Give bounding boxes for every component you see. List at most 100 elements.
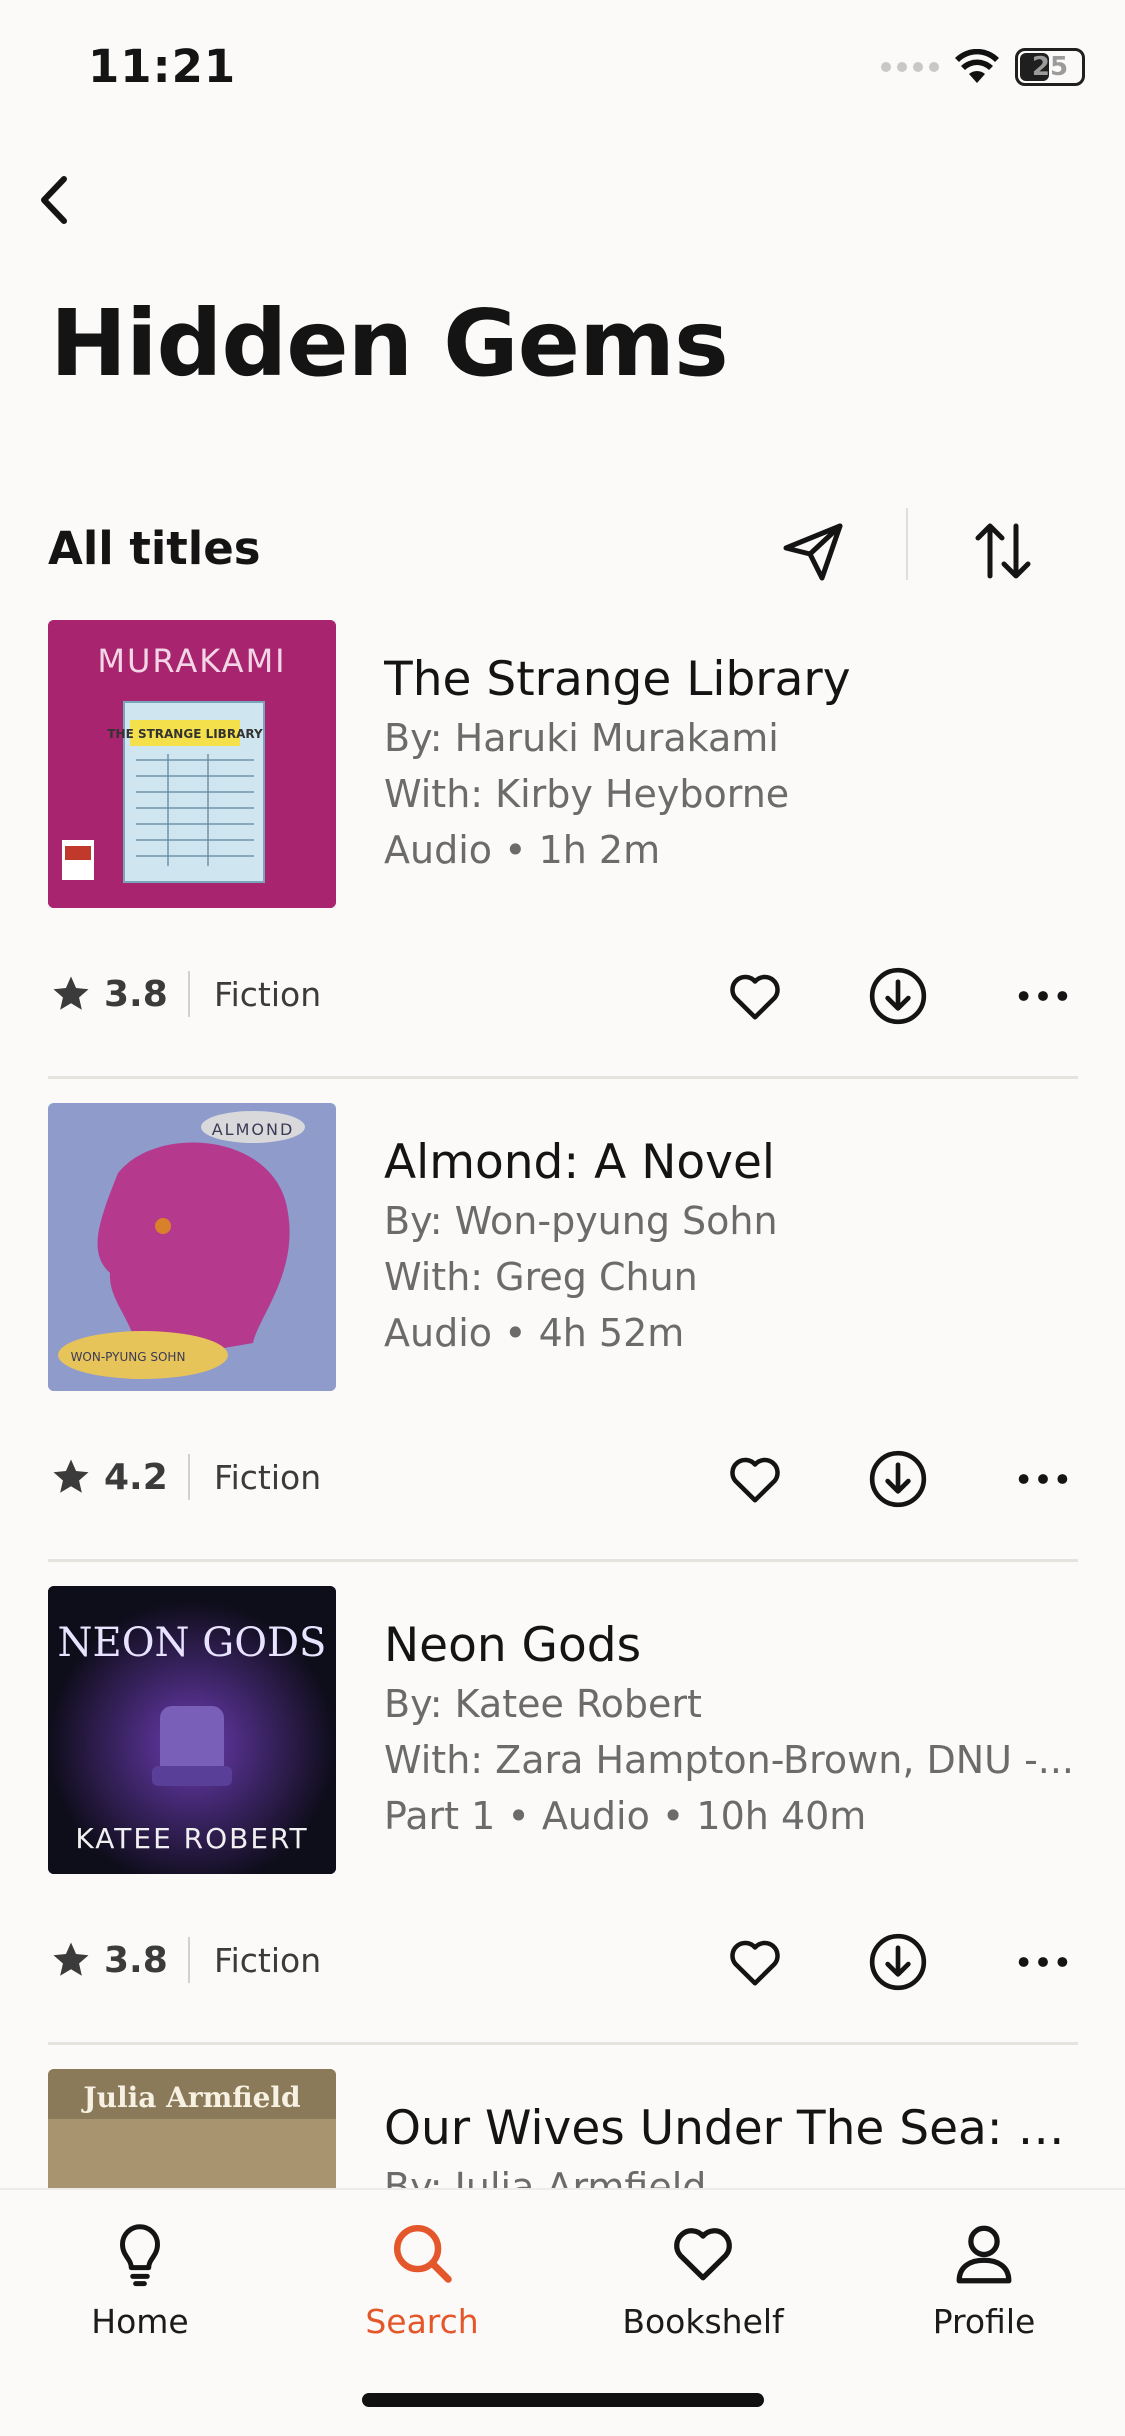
book-title[interactable]: Our Wives Under The Sea: Wi... (384, 2099, 1074, 2159)
book-list-item[interactable]: NEON GODS KATEE ROBERT Neon Gods By: Kat… (48, 1586, 1078, 2070)
favorite-button[interactable] (720, 1444, 790, 1514)
book-cover[interactable]: MURAKAMI THE STRANGE LIBRARY (48, 620, 336, 908)
star-icon (53, 976, 89, 1010)
item-divider (48, 2042, 1078, 2045)
star-icon (53, 1459, 89, 1493)
cover-art: MURAKAMI THE STRANGE LIBRARY (48, 620, 336, 908)
book-narrator: With: Kirby Heyborne (384, 772, 790, 816)
nav-bookshelf[interactable]: Bookshelf (603, 2218, 803, 2368)
heart-icon (730, 974, 780, 1020)
cover-label: WON-PYUNG SOHN (71, 1350, 186, 1364)
more-dots-icon (1018, 1957, 1068, 1967)
rating-value: 4.2 (104, 1456, 168, 1498)
battery-level: 25 (1031, 52, 1069, 82)
home-indicator[interactable] (362, 2393, 764, 2407)
rating: 3.8 (50, 973, 168, 1015)
more-options-button[interactable] (1008, 961, 1078, 1031)
cover-label: KATEE ROBERT (75, 1822, 308, 1855)
nav-home[interactable]: Home (40, 2218, 240, 2368)
download-button[interactable] (863, 1927, 933, 1997)
book-title[interactable]: Neon Gods (384, 1616, 1074, 1676)
chevron-left-icon (41, 176, 67, 224)
more-dots-icon (1018, 1474, 1068, 1484)
book-author: By: Katee Robert (384, 1682, 702, 1726)
item-divider (48, 1559, 1078, 1562)
page-title: Hidden Gems (50, 290, 729, 397)
app-screen: 11:21 25 Hidden Gems All titles MURAKAMI… (0, 0, 1125, 2436)
book-info: The Strange Library By: Haruki Murakami … (384, 650, 1074, 878)
download-icon (869, 1933, 927, 1991)
book-meta: 3.8 Fiction (48, 1921, 1078, 2001)
genre-label: Fiction (214, 1941, 322, 1980)
cover-top-text: ALMOND (212, 1120, 295, 1139)
download-icon (869, 1450, 927, 1508)
book-author: By: Won-pyung Sohn (384, 1199, 778, 1243)
book-format: Audio • 4h 52m (384, 1311, 685, 1355)
book-meta: 4.2 Fiction (48, 1438, 1078, 1518)
book-author: By: Haruki Murakami (384, 716, 779, 760)
download-button[interactable] (863, 961, 933, 1031)
cover-top-text: MURAKAMI (97, 642, 286, 680)
cover-art: ALMOND WON-PYUNG SOHN (48, 1103, 336, 1391)
nav-search[interactable]: Search (322, 2218, 522, 2368)
sort-arrows-icon (975, 523, 1031, 579)
rating: 3.8 (50, 1939, 168, 1981)
nav-profile-label: Profile (932, 2302, 1036, 2341)
list-header: All titles (48, 508, 1078, 584)
lightbulb-icon (120, 2224, 160, 2287)
cover-label: THE STRANGE LIBRARY (107, 727, 263, 741)
favorite-button[interactable] (720, 1927, 790, 1997)
favorite-button[interactable] (720, 961, 790, 1031)
more-dots-icon (1018, 991, 1068, 1001)
rating-value: 3.8 (104, 973, 168, 1015)
cover-art: NEON GODS KATEE ROBERT (48, 1586, 336, 1874)
wifi-icon (955, 49, 999, 83)
more-options-button[interactable] (1008, 1444, 1078, 1514)
more-options-button[interactable] (1008, 1927, 1078, 1997)
status-bar: 11:21 25 (0, 0, 1125, 130)
back-button[interactable] (22, 165, 92, 235)
sort-button[interactable] (968, 518, 1038, 584)
share-button[interactable] (778, 518, 848, 584)
download-button[interactable] (863, 1444, 933, 1514)
battery-icon: 25 (1015, 48, 1085, 86)
book-meta: 3.8 Fiction (48, 955, 1078, 1035)
status-time: 11:21 (88, 40, 237, 93)
nav-bookshelf-label: Bookshelf (622, 2302, 784, 2341)
meta-divider (188, 1454, 190, 1500)
item-divider (48, 1076, 1078, 1079)
cover-top-text: NEON GODS (58, 1620, 327, 1666)
book-format: Audio • 1h 2m (384, 828, 661, 872)
book-cover[interactable]: ALMOND WON-PYUNG SOHN (48, 1103, 336, 1391)
cellular-signal-icon (881, 62, 939, 72)
book-cover[interactable]: NEON GODS KATEE ROBERT (48, 1586, 336, 1874)
nav-home-label: Home (91, 2302, 189, 2341)
list-header-title: All titles (48, 522, 261, 575)
book-narrator: With: Zara Hampton-Brown, DNU -... (384, 1738, 1074, 1782)
book-format: Part 1 • Audio • 10h 40m (384, 1794, 867, 1838)
book-narrator: With: Greg Chun (384, 1255, 698, 1299)
person-icon (956, 2225, 1012, 2284)
header-divider (906, 508, 908, 580)
cover-top-text: Julia Armfield (80, 2081, 300, 2114)
download-icon (869, 967, 927, 1025)
heart-icon (730, 1940, 780, 1986)
nav-search-label: Search (365, 2302, 479, 2341)
rating-value: 3.8 (104, 1939, 168, 1981)
book-title[interactable]: The Strange Library (384, 650, 1074, 710)
genre-label: Fiction (214, 975, 322, 1014)
book-title[interactable]: Almond: A Novel (384, 1133, 1074, 1193)
search-icon (394, 2225, 452, 2283)
paper-plane-icon (783, 523, 843, 581)
meta-divider (188, 1937, 190, 1983)
book-list-item[interactable]: ALMOND WON-PYUNG SOHN Almond: A Novel By… (48, 1103, 1078, 1587)
heart-icon (730, 1457, 780, 1503)
rating: 4.2 (50, 1456, 168, 1498)
book-list-item[interactable]: MURAKAMI THE STRANGE LIBRARY The Strange… (48, 620, 1078, 1104)
genre-label: Fiction (214, 1458, 322, 1497)
book-info: Almond: A Novel By: Won-pyung Sohn With:… (384, 1133, 1074, 1361)
meta-divider (188, 971, 190, 1017)
status-indicators: 25 (881, 48, 1085, 86)
heart-icon (674, 2228, 732, 2281)
nav-profile[interactable]: Profile (884, 2218, 1084, 2368)
